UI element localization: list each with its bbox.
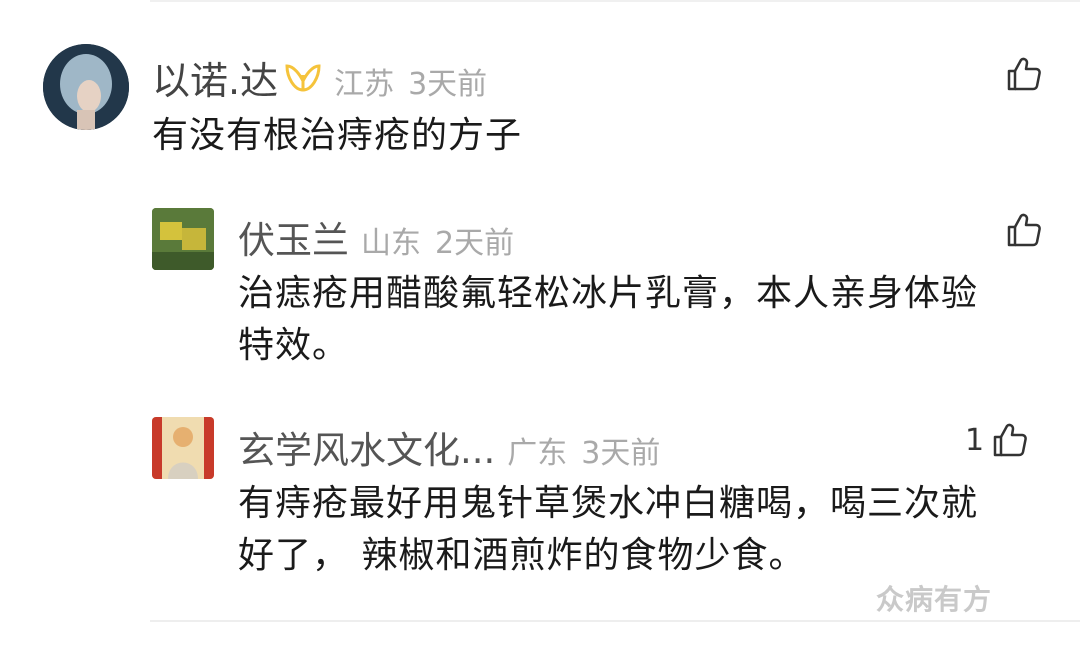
username[interactable]: 以诺.达 [152,50,278,105]
timestamp: 3天前 [581,436,661,471]
reply-header: 伏玉兰 山东 2天前 [238,210,514,264]
reply-text: 有痔疮最好用鬼针草煲水冲白糖喝，喝三次就 好了， 辣椒和酒煎炸的食物少食。 [238,478,978,582]
reply-text-line: 有痔疮最好用鬼针草煲水冲白糖喝，喝三次就 [238,483,979,524]
comment-header: 以诺.达 江苏 3天前 [152,50,487,105]
reply-text-line: 好了， 辣椒和酒煎炸的食物少食。 [238,535,806,576]
timestamp: 3天前 [408,67,488,102]
like-button[interactable]: 1 [965,422,1028,458]
username[interactable]: 伏玉兰 [238,210,349,264]
location: 江苏 [334,67,395,102]
comment-text: 有没有根治痔疮的方子 [152,115,523,156]
like-button[interactable] [998,56,1042,92]
top-divider [150,0,1080,2]
avatar[interactable] [43,44,129,130]
username[interactable]: 玄学风水文化... [238,420,495,474]
reply-text: 治痣疮用醋酸氟轻松冰片乳膏，本人亲身体验 特效。 [238,268,978,372]
like-count: 1 [965,422,985,458]
thumbs-up-icon [1007,213,1041,247]
like-button[interactable] [998,212,1042,248]
vip-badge-icon [284,63,322,93]
reply-text-line: 特效。 [238,325,350,366]
timestamp: 2天前 [435,226,515,261]
location: 山东 [361,226,421,261]
reply-header: 玄学风水文化... 广东 3天前 [238,420,660,474]
location: 广东 [507,436,568,471]
thumbs-up-icon [993,423,1027,457]
bottom-divider [150,620,1080,622]
avatar[interactable] [152,417,214,479]
thumbs-up-icon [1007,57,1041,91]
avatar[interactable] [152,208,214,270]
watermark: 众病有方 [876,583,993,616]
reply-text-line: 治痣疮用醋酸氟轻松冰片乳膏，本人亲身体验 [238,273,979,314]
